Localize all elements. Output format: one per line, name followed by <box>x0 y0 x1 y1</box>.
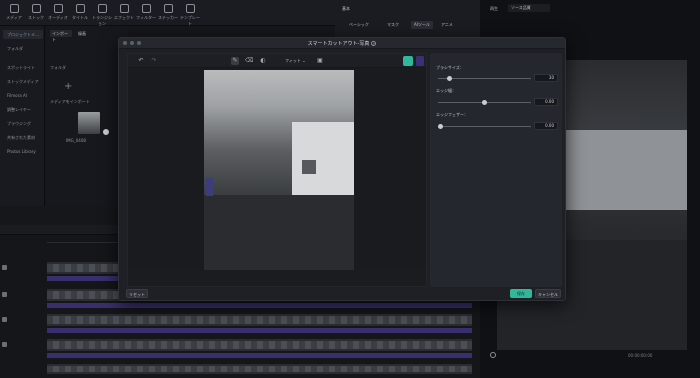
media-thumbnail[interactable] <box>78 112 100 134</box>
toolbar-item-filter[interactable]: フィルター <box>135 4 157 21</box>
preview-label-play: 再生 <box>490 6 498 11</box>
video-track-clip-3[interactable] <box>47 314 472 326</box>
brush-size-label: ブラシサイズ： <box>436 65 464 70</box>
transition-icon <box>97 4 107 13</box>
text-icon <box>75 4 85 13</box>
cutout-settings-panel: ブラシサイズ： 30 エッジ幅： 0.00 エッジフェザー： 0.00 <box>430 53 562 287</box>
video-track-icon <box>2 317 7 322</box>
edge-width-knob[interactable] <box>482 100 487 105</box>
edge-feather-input[interactable]: 0.00 <box>534 122 558 130</box>
media-icon <box>9 4 19 13</box>
left-item-photos-library[interactable]: Photos Library <box>3 147 43 156</box>
track-head-2 <box>2 292 42 302</box>
tab-import[interactable]: インポート <box>50 30 72 42</box>
left-item-browsing[interactable]: ブラウジング <box>3 119 43 128</box>
brush-size-input[interactable]: 30 <box>534 74 558 82</box>
edge-feather-knob[interactable] <box>438 124 443 129</box>
dialog-title: スマートカットアウト-写真? <box>307 41 377 47</box>
smart-brush-icon[interactable]: ✎ <box>231 57 239 65</box>
audio-track-3[interactable] <box>47 328 472 333</box>
help-icon[interactable]: ? <box>371 41 377 46</box>
edge-width-label: エッジ幅： <box>436 88 456 93</box>
toolbar-item-effect[interactable]: エフェクト <box>113 4 135 21</box>
toolbar-item-template[interactable]: テンプレート <box>179 4 201 27</box>
toolbar-item-media[interactable]: メディア <box>3 4 25 21</box>
preview-toggle-icon[interactable]: ▣ <box>316 57 324 65</box>
props-tab-ai-tools[interactable]: AIツール <box>411 21 433 29</box>
overlay-color-swatch[interactable] <box>416 56 424 66</box>
save-button[interactable]: 保存 <box>510 289 532 298</box>
brush-size-slider[interactable] <box>438 76 531 81</box>
track-head-3 <box>2 317 42 327</box>
check-icon <box>103 129 109 135</box>
left-item-spotlight[interactable]: スポットライト <box>3 63 43 72</box>
track-head-1 <box>2 265 42 275</box>
toolbar-item-sticker[interactable]: ステッカー <box>157 4 179 21</box>
cutout-canvas-area: ↶ ↷ ✎ ⌫ ◐ フィット ⌄ ▣ <box>127 53 427 287</box>
edge-feather-label: エッジフェザー： <box>436 112 468 117</box>
left-panel: プロジェクトメ… フォルダ スポットライト ストックメディア Filmora A… <box>0 26 45 206</box>
edge-feather-slider[interactable] <box>438 124 531 129</box>
canvas-toolbar: ↶ ↷ ✎ ⌫ ◐ フィット ⌄ ▣ <box>128 54 426 68</box>
effect-icon <box>119 4 129 13</box>
edge-width-input[interactable]: 0.00 <box>534 98 558 106</box>
canvas-bottom-strip <box>128 270 426 286</box>
plus-icon[interactable]: + <box>64 82 74 92</box>
props-tab-animation[interactable]: アニメ <box>441 22 453 28</box>
quality-select[interactable]: ソース品質 <box>508 4 550 12</box>
props-tab-mask[interactable]: マスク <box>387 22 399 28</box>
redo-icon[interactable]: ↷ <box>150 57 158 65</box>
music-icon <box>53 4 63 13</box>
audio-track-2[interactable] <box>47 303 472 308</box>
folder-label: フォルダ <box>50 65 66 70</box>
photo-road <box>204 195 354 270</box>
toolbar-item-audio[interactable]: オーディオ <box>47 4 69 21</box>
left-item-folder[interactable]: フォルダ <box>3 44 43 53</box>
photo-vending-machine <box>206 178 213 196</box>
tab-record[interactable]: 録画 <box>76 30 92 37</box>
filter-icon <box>141 4 151 13</box>
left-item-shared[interactable]: 共有された素材 <box>3 133 43 142</box>
dialog-titlebar: スマートカットアウト-写真? <box>119 38 565 49</box>
toolbar-item-transition[interactable]: トランジション <box>91 4 113 27</box>
preview-timecode: 00:00:00:00 <box>628 353 653 358</box>
import-media-label: メディアをインポート <box>50 99 90 104</box>
eraser-icon[interactable]: ⌫ <box>245 57 253 65</box>
track-head-4 <box>2 342 42 352</box>
left-item-ai[interactable]: Filmora AI <box>3 91 43 100</box>
template-icon <box>185 4 195 13</box>
media-panel: インポート 録画 フォルダ + メディアをインポート IMG_0408 <box>46 26 128 206</box>
video-track-icon <box>2 292 7 297</box>
play-icon[interactable] <box>490 352 496 358</box>
undo-icon[interactable]: ↶ <box>137 57 145 65</box>
props-tab-basic[interactable]: 基本 <box>342 6 350 12</box>
toolbar-item-title[interactable]: タイトル <box>69 4 91 21</box>
fit-dropdown[interactable]: フィット ⌄ <box>285 57 311 65</box>
left-item-stock-media[interactable]: ストックメディア <box>3 77 43 86</box>
toolbar-item-stock[interactable]: ストック <box>25 4 47 21</box>
sticker-icon <box>163 4 173 13</box>
clip-name: IMG_0408 <box>66 138 86 143</box>
edge-width-slider[interactable] <box>438 100 531 105</box>
props-tab-basics[interactable]: ベーシック <box>349 22 369 28</box>
video-track-clip-4[interactable] <box>47 339 472 351</box>
chevron-down-icon: ⌄ <box>302 58 306 63</box>
brush-size-knob[interactable] <box>446 76 452 81</box>
restore-icon[interactable]: ◐ <box>259 57 267 65</box>
audio-track-4[interactable] <box>47 353 472 358</box>
person-cutout-icon[interactable] <box>403 56 413 66</box>
left-item-project[interactable]: プロジェクトメ… <box>3 30 43 39</box>
video-track-icon <box>2 342 7 347</box>
cutout-photo[interactable] <box>204 70 354 270</box>
video-track-clip-5[interactable] <box>47 364 472 374</box>
smart-cutout-dialog: スマートカットアウト-写真? ↶ ↷ ✎ ⌫ ◐ フィット ⌄ ▣ ブラシサイズ… <box>118 37 566 301</box>
reset-button[interactable]: リセット <box>126 289 148 298</box>
left-item-adjustment[interactable]: 調整レイヤー <box>3 105 43 114</box>
video-track-icon <box>2 265 7 270</box>
stock-icon <box>31 4 41 13</box>
cancel-button[interactable]: キャンセル <box>535 289 561 298</box>
photo-window <box>302 160 316 174</box>
